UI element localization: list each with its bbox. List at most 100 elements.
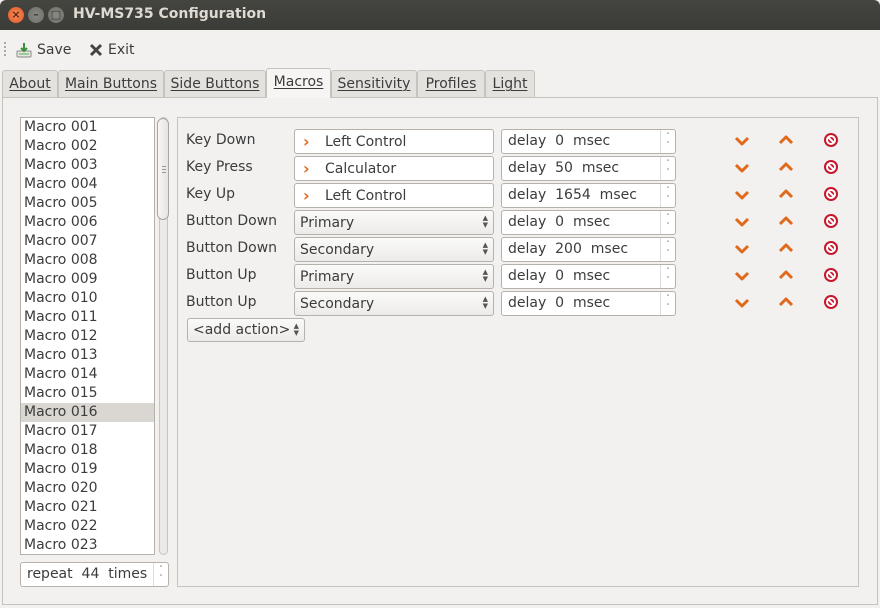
macro-list-item[interactable]: Macro 009 bbox=[21, 270, 154, 289]
delay-spinner-arrows[interactable]: ˄ ˅ bbox=[660, 292, 675, 315]
move-down-button[interactable] bbox=[734, 133, 750, 149]
macro-list-item[interactable]: Macro 003 bbox=[21, 156, 154, 175]
delay-spinner[interactable]: delay 200 msec ˄ ˅ bbox=[501, 237, 676, 262]
delay-spinner-arrows[interactable]: ˄ ˅ bbox=[660, 211, 675, 234]
remove-action-button[interactable] bbox=[823, 132, 839, 148]
chevron-right-icon: › bbox=[303, 132, 310, 151]
close-window-button[interactable]: × bbox=[8, 7, 24, 23]
delay-spinner[interactable]: delay 0 msec ˄ ˅ bbox=[501, 210, 676, 235]
macro-list-item[interactable]: Macro 022 bbox=[21, 517, 154, 536]
move-up-button[interactable] bbox=[778, 159, 794, 175]
tab-main-buttons[interactable]: Main Buttons bbox=[58, 70, 164, 98]
remove-action-button[interactable] bbox=[823, 294, 839, 310]
macro-list-item[interactable]: Macro 015 bbox=[21, 384, 154, 403]
delay-spinner[interactable]: delay 0 msec ˄ ˅ bbox=[501, 129, 676, 154]
move-down-button[interactable] bbox=[734, 160, 750, 176]
tab-side-buttons[interactable]: Side Buttons bbox=[164, 70, 266, 98]
delay-spinner[interactable]: delay 0 msec ˄ ˅ bbox=[501, 291, 676, 316]
tab-profiles[interactable]: Profiles bbox=[417, 70, 485, 98]
delay-value: delay 0 msec bbox=[508, 295, 611, 311]
move-down-button[interactable] bbox=[734, 268, 750, 284]
macro-list-item[interactable]: Macro 019 bbox=[21, 460, 154, 479]
mouse-button-combo[interactable]: Secondary ▲ ▼ bbox=[294, 291, 494, 316]
exit-button[interactable]: Exit bbox=[89, 39, 135, 61]
macro-list-item[interactable]: Macro 006 bbox=[21, 213, 154, 232]
tab-about[interactable]: About bbox=[2, 70, 58, 98]
macro-list-item[interactable]: Macro 021 bbox=[21, 498, 154, 517]
macro-list-item[interactable]: Macro 013 bbox=[21, 346, 154, 365]
delay-spinner-arrows[interactable]: ˄ ˅ bbox=[660, 265, 675, 288]
remove-action-button[interactable] bbox=[823, 213, 839, 229]
move-up-button[interactable] bbox=[778, 294, 794, 310]
combo-arrows-icon: ▲ ▼ bbox=[482, 214, 488, 229]
tab-sensitivity[interactable]: Sensitivity bbox=[331, 70, 417, 98]
delay-spinner-arrows[interactable]: ˄ ˅ bbox=[660, 184, 675, 207]
chevron-down-icon bbox=[734, 163, 750, 173]
key-capture-button[interactable]: › Calculator bbox=[294, 156, 494, 181]
remove-action-button[interactable] bbox=[823, 159, 839, 175]
remove-icon bbox=[824, 187, 838, 201]
move-down-button[interactable] bbox=[734, 187, 750, 203]
tab-light[interactable]: Light bbox=[485, 70, 535, 98]
tab-bar: About Main Buttons Side Buttons Macros S… bbox=[0, 68, 880, 98]
macro-list-item[interactable]: Macro 016 bbox=[21, 403, 154, 422]
maximize-window-button[interactable]: □ bbox=[48, 7, 64, 23]
chevron-down-icon bbox=[734, 217, 750, 227]
move-up-button[interactable] bbox=[778, 267, 794, 283]
delay-spinner-arrows[interactable]: ˄ ˅ bbox=[660, 157, 675, 180]
save-button[interactable]: Save bbox=[16, 39, 71, 61]
macro-list-scrollbar[interactable] bbox=[156, 117, 170, 555]
action-type-label: Button Down bbox=[186, 213, 278, 229]
macro-list-item[interactable]: Macro 020 bbox=[21, 479, 154, 498]
button-value: Primary bbox=[300, 215, 355, 231]
minimize-window-button[interactable]: – bbox=[28, 7, 44, 23]
macro-list-item[interactable]: Macro 014 bbox=[21, 365, 154, 384]
macro-list-item[interactable]: Macro 023 bbox=[21, 536, 154, 554]
delay-spinner[interactable]: delay 0 msec ˄ ˅ bbox=[501, 264, 676, 289]
macro-list-item[interactable]: Macro 018 bbox=[21, 441, 154, 460]
move-up-button[interactable] bbox=[778, 132, 794, 148]
repeat-spinner[interactable]: repeat 44 times ˄ ˅ bbox=[20, 562, 169, 587]
macro-list-item[interactable]: Macro 004 bbox=[21, 175, 154, 194]
mouse-button-combo[interactable]: Primary ▲ ▼ bbox=[294, 264, 494, 289]
move-down-button[interactable] bbox=[734, 241, 750, 257]
move-up-button[interactable] bbox=[778, 186, 794, 202]
macro-list-item[interactable]: Macro 002 bbox=[21, 137, 154, 156]
key-capture-button[interactable]: › Left Control bbox=[294, 183, 494, 208]
key-capture-button[interactable]: › Left Control bbox=[294, 129, 494, 154]
mouse-button-combo[interactable]: Secondary ▲ ▼ bbox=[294, 237, 494, 262]
delay-spinner[interactable]: delay 50 msec ˄ ˅ bbox=[501, 156, 676, 181]
key-value: Left Control bbox=[325, 188, 407, 204]
add-action-combo[interactable]: <add action> ▲ ▼ bbox=[187, 318, 305, 342]
macro-list-item[interactable]: Macro 011 bbox=[21, 308, 154, 327]
mouse-button-combo[interactable]: Primary ▲ ▼ bbox=[294, 210, 494, 235]
macro-list-item[interactable]: Macro 012 bbox=[21, 327, 154, 346]
macro-list-item[interactable]: Macro 001 bbox=[21, 118, 154, 137]
scrollbar-thumb[interactable] bbox=[157, 118, 169, 220]
remove-action-button[interactable] bbox=[823, 186, 839, 202]
add-action-label: <add action> bbox=[193, 322, 291, 338]
move-up-button[interactable] bbox=[778, 213, 794, 229]
toolbar-grip[interactable] bbox=[4, 42, 8, 56]
save-icon bbox=[16, 43, 32, 58]
remove-action-button[interactable] bbox=[823, 240, 839, 256]
delay-spinner-arrows[interactable]: ˄ ˅ bbox=[660, 130, 675, 153]
move-down-button[interactable] bbox=[734, 295, 750, 311]
delay-spinner-arrows[interactable]: ˄ ˅ bbox=[660, 238, 675, 261]
chevron-up-icon bbox=[778, 243, 794, 253]
move-up-button[interactable] bbox=[778, 240, 794, 256]
delay-spinner[interactable]: delay 1654 msec ˄ ˅ bbox=[501, 183, 676, 208]
chevron-down-icon bbox=[734, 136, 750, 146]
tab-macros[interactable]: Macros bbox=[266, 68, 331, 98]
chevron-up-icon bbox=[778, 216, 794, 226]
macro-list[interactable]: Macro 001 Macro 002 Macro 003 Macro 004 Macr… bbox=[20, 117, 155, 555]
move-down-button[interactable] bbox=[734, 214, 750, 230]
macro-list-item[interactable]: Macro 017 bbox=[21, 422, 154, 441]
macro-list-item[interactable]: Macro 005 bbox=[21, 194, 154, 213]
repeat-spinner-arrows[interactable]: ˄ ˅ bbox=[153, 563, 168, 586]
macro-list-item[interactable]: Macro 010 bbox=[21, 289, 154, 308]
chevron-down-icon bbox=[734, 298, 750, 308]
remove-action-button[interactable] bbox=[823, 267, 839, 283]
macro-list-item[interactable]: Macro 007 bbox=[21, 232, 154, 251]
macro-list-item[interactable]: Macro 008 bbox=[21, 251, 154, 270]
